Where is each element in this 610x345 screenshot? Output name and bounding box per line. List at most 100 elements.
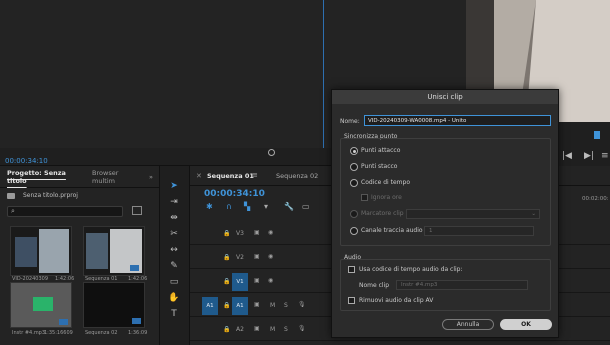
source-patch[interactable]: A1 [202,297,218,315]
mute-button[interactable]: M [270,326,275,333]
mute-button[interactable]: M [270,302,275,309]
option-label: Punti stacco [361,163,398,170]
tab-media-browser[interactable]: Browser multim [92,169,141,185]
track-target[interactable]: A1 [232,297,248,315]
project-panel: Progetto: Senza titolo Browser multim » … [0,166,160,345]
ok-button[interactable]: OK [500,319,552,330]
remove-av-audio-checkbox[interactable] [348,297,355,304]
marker-select[interactable]: ⌄ [406,209,540,219]
sequence-thumb-image [84,227,144,275]
sync-lock-icon[interactable]: ▣ [254,253,260,260]
radio-in-points[interactable] [350,147,358,155]
project-item-name: Instr #4.mp3 [12,330,46,336]
menu-icon[interactable]: ≡ [252,171,258,179]
menu-icon[interactable]: ≡ [601,151,609,161]
program-playhead-icon[interactable] [594,131,600,139]
channel-select[interactable]: 1 [424,226,534,236]
timeline-ruler-label: 00:02:00: [582,196,609,202]
wrench-icon[interactable]: 🔧 [284,202,294,211]
tab-project[interactable]: Progetto: Senza titolo [7,169,84,185]
marker-icon[interactable]: ▾ [264,202,268,211]
ignore-hours-checkbox[interactable] [361,194,368,201]
ripple-edit-icon[interactable]: ⇹ [168,212,180,224]
hand-tool-icon[interactable]: ✋ [168,292,180,304]
more-tabs-icon[interactable]: » [149,173,153,181]
eye-icon[interactable]: ◉ [268,253,273,260]
track-target[interactable]: V1 [232,273,248,291]
clip-name-input[interactable] [364,115,551,126]
eye-icon[interactable]: ◉ [268,277,273,284]
solo-button[interactable]: S [284,326,288,333]
timeline-toolbar: ✱ ∩ ▚ ▾ 🔧 ▭ [206,202,310,212]
mic-icon[interactable]: 🎙 [298,325,306,332]
channel-value: 1 [429,228,433,234]
sync-lock-icon[interactable]: ▣ [254,277,260,284]
sync-lock-icon[interactable]: ▣ [254,325,260,332]
sync-lock-icon[interactable]: ▣ [254,229,260,236]
rectangle-tool-icon[interactable]: ▭ [168,276,180,288]
selection-tool-icon[interactable]: ➤ [168,180,180,192]
playhead-line [323,0,324,148]
tab-sequence-02[interactable]: Sequenza 02 [276,172,318,180]
project-tab-row: Progetto: Senza titolo Browser multim » [0,166,159,188]
cancel-button[interactable]: Annulla [442,319,494,330]
step-back-icon[interactable]: |◀ [562,151,572,161]
tab-sequence-01[interactable]: Sequenza 01 [207,172,254,180]
razor-tool-icon[interactable]: ✂ [168,228,180,240]
project-item-name: Sequenza 02 [85,330,118,336]
project-item-thumb[interactable] [83,282,145,328]
lock-icon[interactable]: 🔒 [223,326,230,333]
close-tab-icon[interactable]: ✕ [196,172,202,180]
audio-thumb-image [11,283,71,327]
eye-icon[interactable]: ◉ [268,229,273,236]
lock-icon[interactable]: 🔒 [223,254,230,261]
solo-button[interactable]: S [284,302,288,309]
source-timecode[interactable]: 00:00:34:10 [5,157,48,165]
zoom-handle-left[interactable] [268,149,275,156]
project-item-thumb[interactable] [10,226,72,276]
pen-tool-icon[interactable]: ✎ [168,260,180,272]
option-label: Canale traccia audio [361,227,423,234]
dialog-title: Unisci clip [332,90,558,104]
project-item-duration: 1:36:09 [128,330,148,336]
snap-icon[interactable]: ✱ [206,202,213,211]
project-search-input[interactable]: ⌕ [7,206,123,217]
radio-audio-channel[interactable] [350,227,358,235]
clip-name-label: Nome clip [359,282,390,289]
project-file-name: Senza titolo.prproj [23,192,78,199]
radio-timecode[interactable] [350,179,358,187]
lock-icon[interactable]: 🔒 [223,302,230,309]
radio-out-points[interactable] [350,163,358,171]
slip-tool-icon[interactable]: ↔ [168,244,180,256]
sequence-badge-icon [132,318,141,324]
go-out-icon[interactable]: ▶| [584,151,594,161]
track-label: V2 [236,254,244,261]
linked-selection-icon[interactable]: ∩ [226,202,232,211]
project-item-thumb[interactable] [83,226,145,276]
lock-icon[interactable]: 🔒 [223,230,230,237]
remove-av-audio-label: Rimuovi audio da clip AV [359,297,434,304]
track-label: A2 [236,326,244,333]
project-item-duration: 1:35:16609 [44,330,73,336]
mic-icon[interactable]: 🎙 [298,301,306,308]
captions-icon[interactable]: ▭ [302,202,310,211]
track-select-icon[interactable]: ⇥ [168,196,180,208]
chevron-down-icon: ⌄ [531,211,536,217]
ignore-hours-label: Ignora ore [371,194,402,201]
search-icon: ⌕ [11,207,15,215]
timeline-timecode[interactable]: 00:00:34:10 [204,189,265,199]
audio-clip-select[interactable]: Instr #4.mp3 [396,280,528,290]
use-audio-tc-checkbox[interactable] [348,266,355,273]
lock-icon[interactable]: 🔒 [223,278,230,285]
add-marker-icon[interactable]: ▚ [244,202,250,211]
new-bin-icon[interactable] [132,206,142,215]
type-tool-icon[interactable]: T [168,308,180,320]
audio-clip-value: Instr #4.mp3 [401,282,438,288]
use-audio-tc-label: Usa codice di tempo audio da clip: [359,266,463,273]
tools-panel: ➤ ⇥ ⇹ ✂ ↔ ✎ ▭ ✋ T [160,166,190,345]
merge-clips-dialog: Unisci clip Nome: Sincronizza punto Punt… [331,89,559,338]
radio-clip-marker[interactable] [350,210,358,218]
track-label: V3 [236,230,244,237]
sync-lock-icon[interactable]: ▣ [254,301,260,308]
project-item-thumb[interactable] [10,282,72,328]
